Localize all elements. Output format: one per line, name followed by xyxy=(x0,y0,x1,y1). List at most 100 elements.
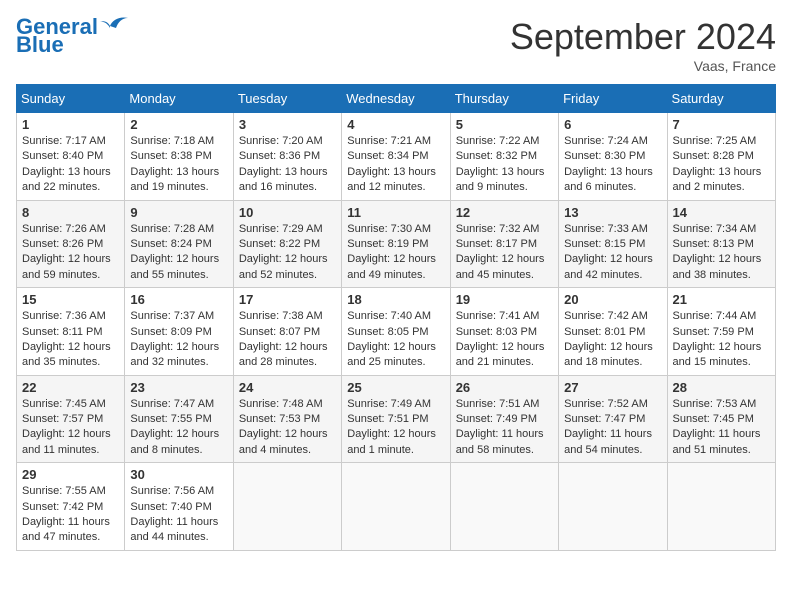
col-tuesday: Tuesday xyxy=(233,85,341,113)
month-title: September 2024 xyxy=(510,16,776,58)
title-area: September 2024 Vaas, France xyxy=(510,16,776,74)
day-number: 27 xyxy=(564,380,661,395)
calendar-day-cell: 26 Sunrise: 7:51 AMSunset: 7:49 PMDayligh… xyxy=(450,375,558,463)
calendar-week-row: 29 Sunrise: 7:55 AMSunset: 7:42 PMDayligh… xyxy=(17,463,776,551)
day-number: 3 xyxy=(239,117,336,132)
location: Vaas, France xyxy=(510,58,776,74)
calendar-day-cell: 4 Sunrise: 7:21 AMSunset: 8:34 PMDaylight… xyxy=(342,113,450,201)
day-info: Sunrise: 7:51 AMSunset: 7:49 PMDaylight:… xyxy=(456,397,553,459)
logo-blue-text: Blue xyxy=(16,34,64,56)
day-number: 30 xyxy=(130,467,227,482)
calendar-day-cell: 16 Sunrise: 7:37 AMSunset: 8:09 PMDayligh… xyxy=(125,288,233,376)
empty-cell xyxy=(450,463,558,551)
day-number: 11 xyxy=(347,205,444,220)
day-info: Sunrise: 7:30 AMSunset: 8:19 PMDaylight:… xyxy=(347,222,444,284)
calendar-day-cell: 15Sunrise: 7:36 AMSunset: 8:11 PMDayligh… xyxy=(17,288,125,376)
day-info: Sunrise: 7:22 AMSunset: 8:32 PMDaylight:… xyxy=(456,134,553,196)
day-number: 23 xyxy=(130,380,227,395)
day-number: 28 xyxy=(673,380,770,395)
day-number: 7 xyxy=(673,117,770,132)
calendar-day-cell: 1Sunrise: 7:17 AMSunset: 8:40 PMDaylight… xyxy=(17,113,125,201)
day-info: Sunrise: 7:37 AMSunset: 8:09 PMDaylight:… xyxy=(130,309,227,371)
col-saturday: Saturday xyxy=(667,85,775,113)
calendar-day-cell: 29 Sunrise: 7:55 AMSunset: 7:42 PMDayligh… xyxy=(17,463,125,551)
day-info: Sunrise: 7:29 AMSunset: 8:22 PMDaylight:… xyxy=(239,222,336,284)
calendar-day-cell: 23 Sunrise: 7:47 AMSunset: 7:55 PMDayligh… xyxy=(125,375,233,463)
calendar-day-cell: 2Sunrise: 7:18 AMSunset: 8:38 PMDaylight… xyxy=(125,113,233,201)
day-info: Sunrise: 7:45 AMSunset: 7:57 PMDaylight:… xyxy=(22,397,119,459)
calendar-day-cell: 19Sunrise: 7:41 AMSunset: 8:03 PMDayligh… xyxy=(450,288,558,376)
day-number: 21 xyxy=(673,292,770,307)
empty-cell xyxy=(559,463,667,551)
day-info: Sunrise: 7:33 AMSunset: 8:15 PMDaylight:… xyxy=(564,222,661,284)
calendar-day-cell: 22 Sunrise: 7:45 AMSunset: 7:57 PMDayligh… xyxy=(17,375,125,463)
calendar-day-cell: 27 Sunrise: 7:52 AMSunset: 7:47 PMDayligh… xyxy=(559,375,667,463)
day-number: 22 xyxy=(22,380,119,395)
day-info: Sunrise: 7:28 AMSunset: 8:24 PMDaylight:… xyxy=(130,222,227,284)
col-sunday: Sunday xyxy=(17,85,125,113)
day-number: 24 xyxy=(239,380,336,395)
day-info: Sunrise: 7:48 AMSunset: 7:53 PMDaylight:… xyxy=(239,397,336,459)
day-number: 12 xyxy=(456,205,553,220)
day-number: 13 xyxy=(564,205,661,220)
logo-bird-icon xyxy=(100,14,128,36)
day-number: 8 xyxy=(22,205,119,220)
day-info: Sunrise: 7:32 AMSunset: 8:17 PMDaylight:… xyxy=(456,222,553,284)
day-number: 14 xyxy=(673,205,770,220)
calendar-week-row: 22 Sunrise: 7:45 AMSunset: 7:57 PMDayligh… xyxy=(17,375,776,463)
day-info: Sunrise: 7:26 AMSunset: 8:26 PMDaylight:… xyxy=(22,222,119,284)
calendar-day-cell: 20Sunrise: 7:42 AMSunset: 8:01 PMDayligh… xyxy=(559,288,667,376)
day-number: 29 xyxy=(22,467,119,482)
calendar-day-cell: 25 Sunrise: 7:49 AMSunset: 7:51 PMDayligh… xyxy=(342,375,450,463)
calendar-day-cell: 21Sunrise: 7:44 AMSunset: 7:59 PMDayligh… xyxy=(667,288,775,376)
day-number: 16 xyxy=(130,292,227,307)
day-info: Sunrise: 7:38 AMSunset: 8:07 PMDaylight:… xyxy=(239,309,336,371)
day-number: 26 xyxy=(456,380,553,395)
col-friday: Friday xyxy=(559,85,667,113)
day-info: Sunrise: 7:20 AMSunset: 8:36 PMDaylight:… xyxy=(239,134,336,196)
calendar-day-cell: 24 Sunrise: 7:48 AMSunset: 7:53 PMDayligh… xyxy=(233,375,341,463)
day-info: Sunrise: 7:24 AMSunset: 8:30 PMDaylight:… xyxy=(564,134,661,196)
logo: General Blue xyxy=(16,16,128,56)
calendar-day-cell: 13 Sunrise: 7:33 AMSunset: 8:15 PMDayligh… xyxy=(559,200,667,288)
day-number: 4 xyxy=(347,117,444,132)
day-info: Sunrise: 7:52 AMSunset: 7:47 PMDaylight:… xyxy=(564,397,661,459)
day-info: Sunrise: 7:42 AMSunset: 8:01 PMDaylight:… xyxy=(564,309,661,371)
day-number: 25 xyxy=(347,380,444,395)
day-info: Sunrise: 7:47 AMSunset: 7:55 PMDaylight:… xyxy=(130,397,227,459)
calendar-day-cell: 8 Sunrise: 7:26 AMSunset: 8:26 PMDaylight… xyxy=(17,200,125,288)
calendar-day-cell: 3 Sunrise: 7:20 AMSunset: 8:36 PMDaylight… xyxy=(233,113,341,201)
col-monday: Monday xyxy=(125,85,233,113)
day-number: 6 xyxy=(564,117,661,132)
day-number: 10 xyxy=(239,205,336,220)
calendar-day-cell: 11 Sunrise: 7:30 AMSunset: 8:19 PMDayligh… xyxy=(342,200,450,288)
empty-cell xyxy=(233,463,341,551)
calendar-day-cell: 6 Sunrise: 7:24 AMSunset: 8:30 PMDaylight… xyxy=(559,113,667,201)
calendar-day-cell: 18 Sunrise: 7:40 AMSunset: 8:05 PMDayligh… xyxy=(342,288,450,376)
day-number: 18 xyxy=(347,292,444,307)
day-info: Sunrise: 7:56 AMSunset: 7:40 PMDaylight:… xyxy=(130,484,227,546)
day-info: Sunrise: 7:21 AMSunset: 8:34 PMDaylight:… xyxy=(347,134,444,196)
col-wednesday: Wednesday xyxy=(342,85,450,113)
day-info: Sunrise: 7:49 AMSunset: 7:51 PMDaylight:… xyxy=(347,397,444,459)
calendar-day-cell: 7Sunrise: 7:25 AMSunset: 8:28 PMDaylight… xyxy=(667,113,775,201)
day-number: 1 xyxy=(22,117,119,132)
day-info: Sunrise: 7:36 AMSunset: 8:11 PMDaylight:… xyxy=(22,309,119,371)
day-info: Sunrise: 7:34 AMSunset: 8:13 PMDaylight:… xyxy=(673,222,770,284)
day-info: Sunrise: 7:40 AMSunset: 8:05 PMDaylight:… xyxy=(347,309,444,371)
calendar-day-cell: 14 Sunrise: 7:34 AMSunset: 8:13 PMDayligh… xyxy=(667,200,775,288)
calendar-day-cell: 30 Sunrise: 7:56 AMSunset: 7:40 PMDayligh… xyxy=(125,463,233,551)
day-number: 2 xyxy=(130,117,227,132)
col-thursday: Thursday xyxy=(450,85,558,113)
empty-cell xyxy=(342,463,450,551)
empty-cell xyxy=(667,463,775,551)
calendar-table: Sunday Monday Tuesday Wednesday Thursday… xyxy=(16,84,776,551)
calendar-day-cell: 17Sunrise: 7:38 AMSunset: 8:07 PMDayligh… xyxy=(233,288,341,376)
calendar-week-row: 1Sunrise: 7:17 AMSunset: 8:40 PMDaylight… xyxy=(17,113,776,201)
page-header: General Blue September 2024 Vaas, France xyxy=(16,16,776,74)
day-info: Sunrise: 7:53 AMSunset: 7:45 PMDaylight:… xyxy=(673,397,770,459)
day-info: Sunrise: 7:55 AMSunset: 7:42 PMDaylight:… xyxy=(22,484,119,546)
calendar-day-cell: 10 Sunrise: 7:29 AMSunset: 8:22 PMDayligh… xyxy=(233,200,341,288)
calendar-header-row: Sunday Monday Tuesday Wednesday Thursday… xyxy=(17,85,776,113)
calendar-day-cell: 5Sunrise: 7:22 AMSunset: 8:32 PMDaylight… xyxy=(450,113,558,201)
